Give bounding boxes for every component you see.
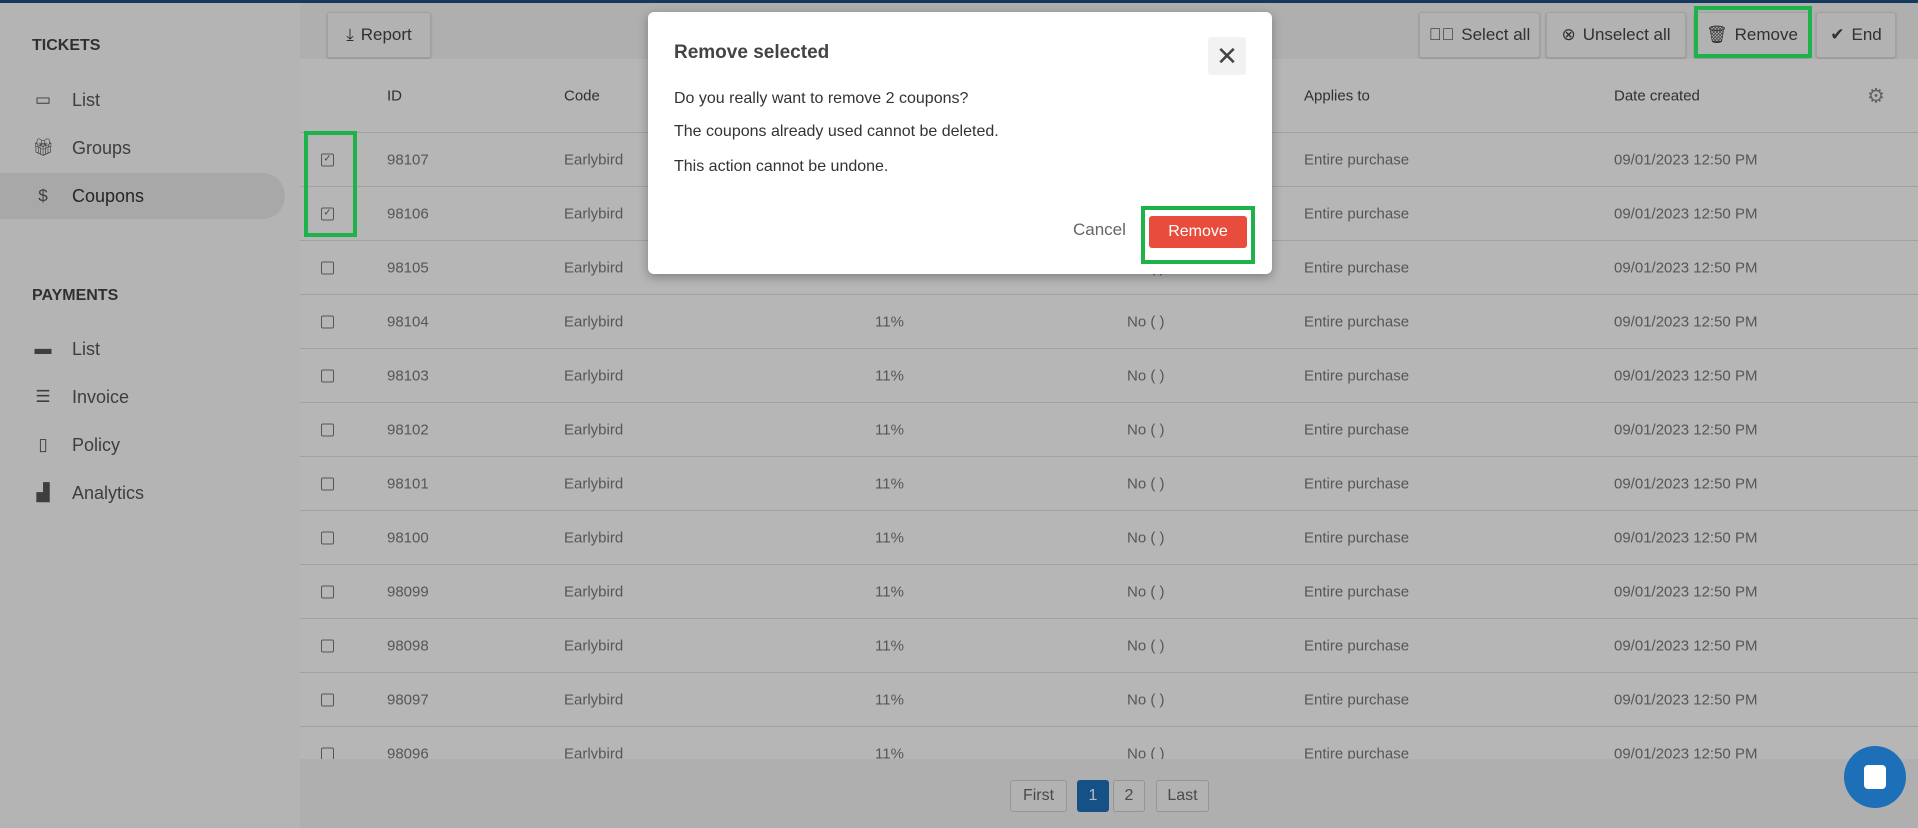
chat-icon: [1864, 765, 1886, 789]
chat-launcher-button[interactable]: [1844, 746, 1906, 808]
dialog-note: This action cannot be undone.: [674, 158, 889, 175]
close-icon[interactable]: ✕: [1208, 37, 1246, 75]
highlight-toolbar-remove: [1694, 6, 1812, 58]
dialog-warning: The coupons already used cannot be delet…: [674, 123, 999, 140]
highlight-selected-checkboxes: [304, 131, 357, 237]
cancel-button[interactable]: Cancel: [1073, 220, 1126, 240]
dialog-title: Remove selected: [674, 42, 830, 63]
dialog-message: Do you really want to remove 2 coupons?: [674, 90, 969, 107]
highlight-confirm-remove: [1141, 206, 1255, 264]
